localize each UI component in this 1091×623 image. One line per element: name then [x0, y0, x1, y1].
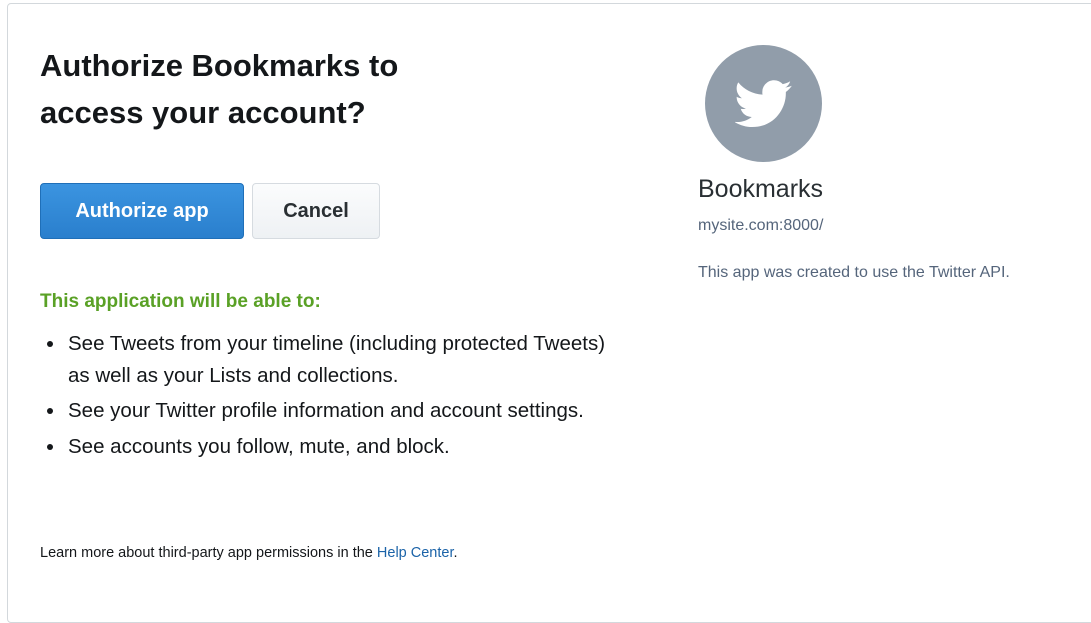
app-avatar [705, 45, 822, 162]
permission-item: See accounts you follow, mute, and block… [66, 431, 606, 463]
app-url: mysite.com:8000/ [698, 217, 824, 234]
twitter-bird-icon [734, 79, 792, 127]
permissions-heading: This application will be able to: [40, 291, 321, 312]
help-text: Learn more about third-party app permiss… [40, 545, 458, 561]
page-title: Authorize Bookmarks to access your accou… [40, 48, 399, 130]
action-buttons: Authorize app Cancel [40, 183, 380, 239]
permission-item: See Tweets from your timeline (including… [66, 328, 606, 391]
app-name: Bookmarks [698, 175, 824, 203]
app-description: This app was created to use the Twitter … [698, 264, 1010, 281]
help-text-label: Learn more about third-party app permiss… [40, 545, 377, 561]
authorize-app-button[interactable]: Authorize app [40, 183, 244, 239]
help-text-suffix: . [453, 545, 458, 561]
permissions-list: See Tweets from your timeline (including… [40, 328, 606, 466]
help-center-link[interactable]: Help Center [377, 545, 454, 561]
cancel-button[interactable]: Cancel [252, 183, 380, 239]
permission-item: See your Twitter profile information and… [66, 395, 606, 427]
authorization-card: Authorize Bookmarks to access your accou… [7, 3, 1091, 623]
authorization-panel: Authorize Bookmarks to access your accou… [40, 42, 605, 561]
